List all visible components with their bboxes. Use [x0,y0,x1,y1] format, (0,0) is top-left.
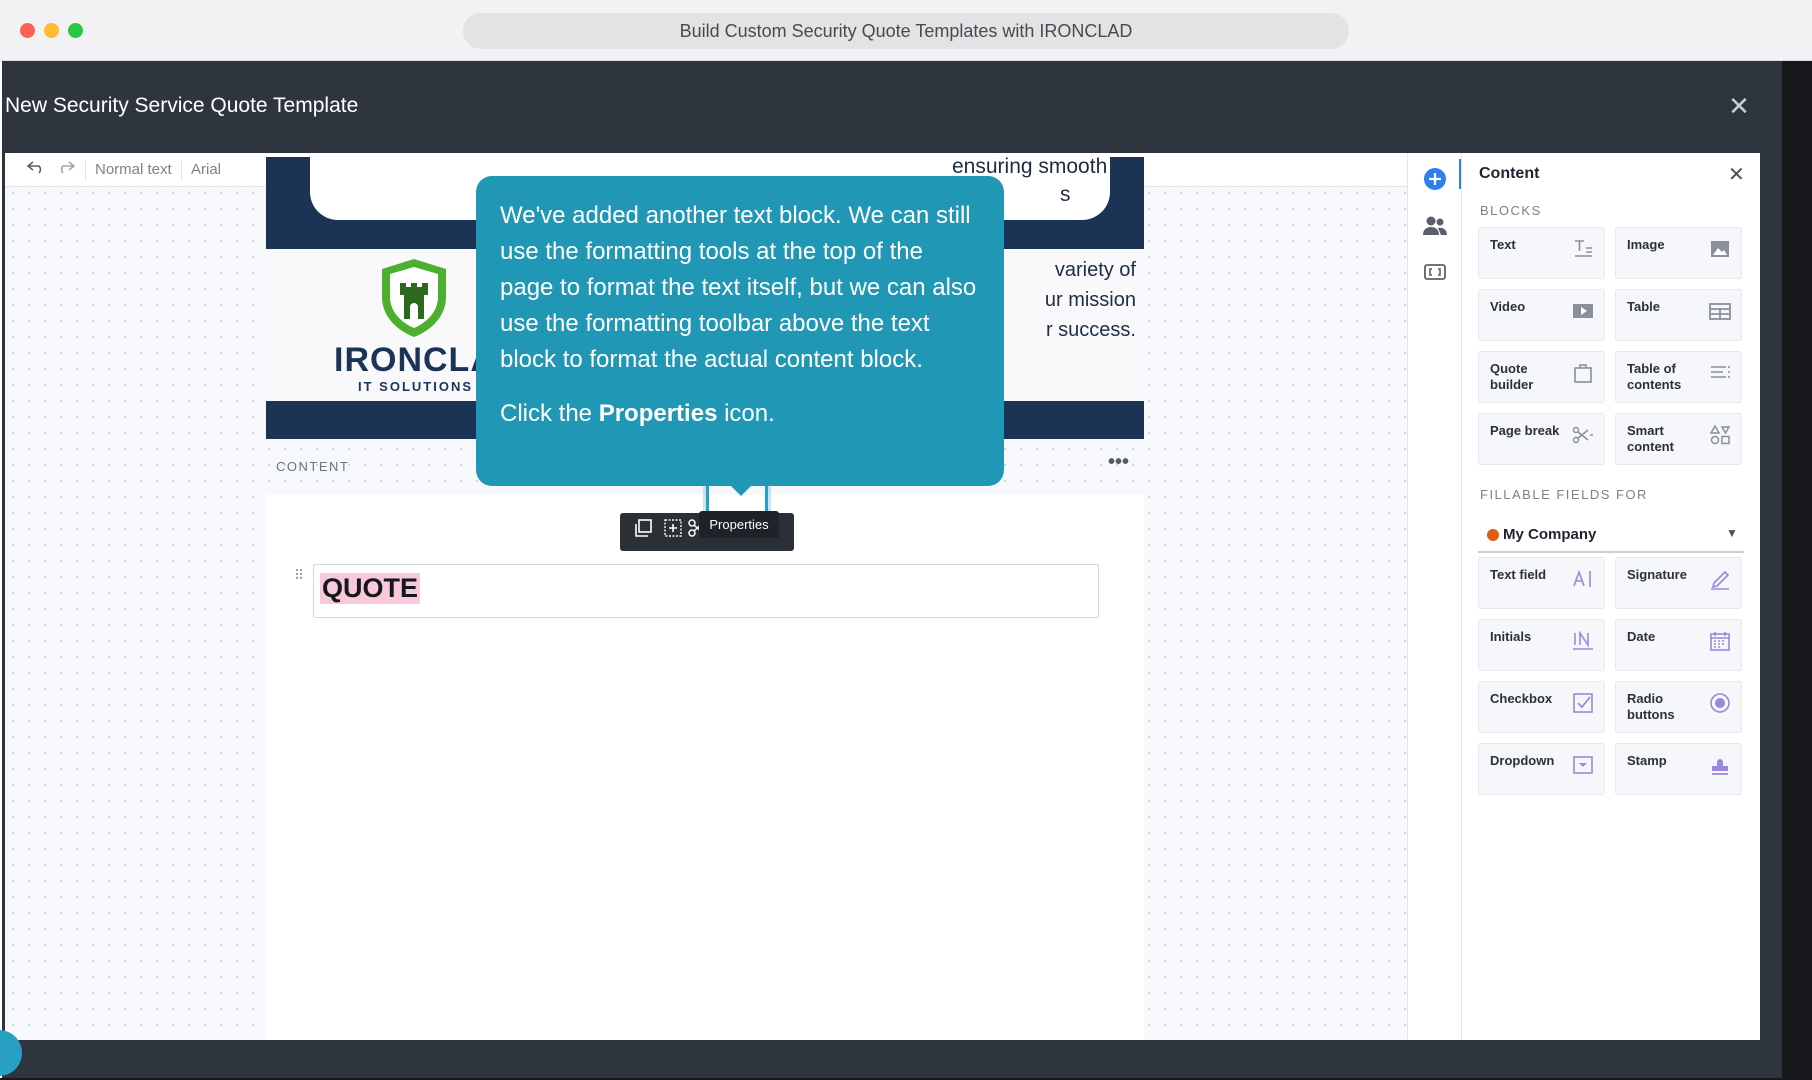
tile-label: Date [1627,629,1656,644]
panel-title: Content [1479,165,1540,182]
company-select[interactable]: My Company ▼ [1478,519,1744,553]
tile-label: Video [1490,299,1526,314]
block-table[interactable]: Table [1615,289,1742,341]
close-icon[interactable]: ✕ [1724,91,1754,121]
page-title: New Security Service Quote Template [5,94,359,117]
tile-label: Smart content [1627,423,1674,454]
block-smart-content[interactable]: Smart content [1615,413,1742,465]
undo-icon[interactable] [23,153,49,187]
callout-instruction-bold: Properties [598,400,718,427]
company-color-dot [1487,529,1499,541]
field-dropdown[interactable]: Dropdown [1478,743,1605,795]
drag-handle-icon[interactable]: ⠿ [294,567,304,584]
tile-label: Signature [1627,567,1687,582]
chevron-down-icon: ▼ [1726,526,1738,540]
field-date[interactable]: Date [1615,619,1742,671]
tile-label: Checkbox [1490,691,1553,706]
address-bar[interactable]: Build Custom Security Quote Templates wi… [463,13,1349,49]
add-content-icon[interactable] [1420,167,1450,197]
tile-label: Text [1490,237,1516,252]
window-edge [1782,61,1812,1080]
tutorial-callout: We've added another text block. We can s… [476,176,1004,486]
date-icon [1710,632,1730,651]
field-stamp[interactable]: Stamp [1615,743,1742,795]
company-name: My Company [1503,526,1597,543]
tile-label: Stamp [1627,753,1667,768]
initials-icon [1573,630,1593,650]
variables-icon[interactable] [1420,261,1450,291]
field-initials[interactable]: Initials [1478,619,1605,671]
text-icon [1575,240,1592,257]
tile-label: Table of contents [1627,361,1682,392]
text-field-icon [1573,569,1591,587]
tile-label: Text field [1490,567,1547,582]
section-label: CONTENT [276,459,350,474]
block-table-of-contents[interactable]: Table of contents [1615,351,1742,403]
recipients-icon[interactable] [1420,215,1450,245]
quote-heading[interactable]: QUOTE [320,573,421,604]
signature-icon [1711,570,1730,590]
text-block[interactable]: QUOTE [313,564,1099,618]
tile-label: Initials [1490,629,1532,644]
ironclad-shield-logo [382,259,446,337]
field-radio-buttons[interactable]: Radio buttons [1615,681,1742,733]
block-page-break[interactable]: Page break [1478,413,1605,465]
table-icon [1709,303,1731,320]
page-break-icon [1572,426,1593,444]
table-of-contents-icon [1711,366,1730,378]
blocks-label: BLOCKS [1480,203,1542,218]
header-partial-text-2: s [1060,183,1071,206]
tile-label: Quote builder [1490,361,1534,392]
callout-text: We've added another text block. We can s… [500,202,977,373]
field-signature[interactable]: Signature [1615,557,1742,609]
smart-content-icon [1709,424,1731,445]
tile-label: Image [1627,237,1665,252]
image-icon [1711,241,1729,257]
logo-wordmark: IRONCLA [334,341,496,379]
callout-instruction: Click the Properties icon. [500,396,980,432]
tile-label: Page break [1490,423,1560,438]
callout-instruction-suffix: icon. [717,400,775,427]
video-icon [1573,304,1593,318]
window-maximize-dot[interactable] [68,23,83,38]
browser-title-bar: Build Custom Security Quote Templates wi… [0,0,1812,61]
tile-label: Dropdown [1490,753,1555,768]
block-video[interactable]: Video [1478,289,1605,341]
block-text[interactable]: Text [1478,227,1605,279]
field-text-field[interactable]: Text field [1478,557,1605,609]
window-minimize-dot[interactable] [44,23,59,38]
properties-tooltip: Properties [699,511,779,538]
tile-label: Radio buttons [1627,691,1675,722]
block-image[interactable]: Image [1615,227,1742,279]
callout-pointer [729,484,753,496]
duplicate-block-icon[interactable] [628,513,658,551]
window-close-dot[interactable] [20,23,35,38]
checkbox-icon [1573,693,1593,713]
quote-builder-icon [1574,364,1592,383]
dropdown-icon [1573,756,1593,774]
logo-subtitle: IT SOLUTIONS [358,379,473,394]
fillable-fields-label: FILLABLE FIELDS FOR [1480,487,1648,502]
side-toolbar [1407,153,1462,1040]
close-icon[interactable]: ✕ [1728,162,1745,187]
tile-label: Table [1627,299,1660,314]
app-window: New Security Service Quote Template ✕ No… [2,61,1782,1078]
field-checkbox[interactable]: Checkbox [1478,681,1605,733]
stamp-icon [1712,759,1728,775]
radio-buttons-icon [1710,693,1730,713]
doc-content-page: ⠿ QUOTE [266,495,1144,1040]
section-more-button[interactable]: ••• [1108,451,1129,474]
content-panel: Content ✕ BLOCKS Text Image Video Table … [1461,153,1760,1040]
font-family-select[interactable]: Arial [183,153,279,187]
block-quote-builder[interactable]: Quote builder [1478,351,1605,403]
text-style-select[interactable]: Normal text [87,153,187,187]
callout-instruction-prefix: Click the [500,400,599,427]
redo-icon[interactable] [53,153,79,187]
